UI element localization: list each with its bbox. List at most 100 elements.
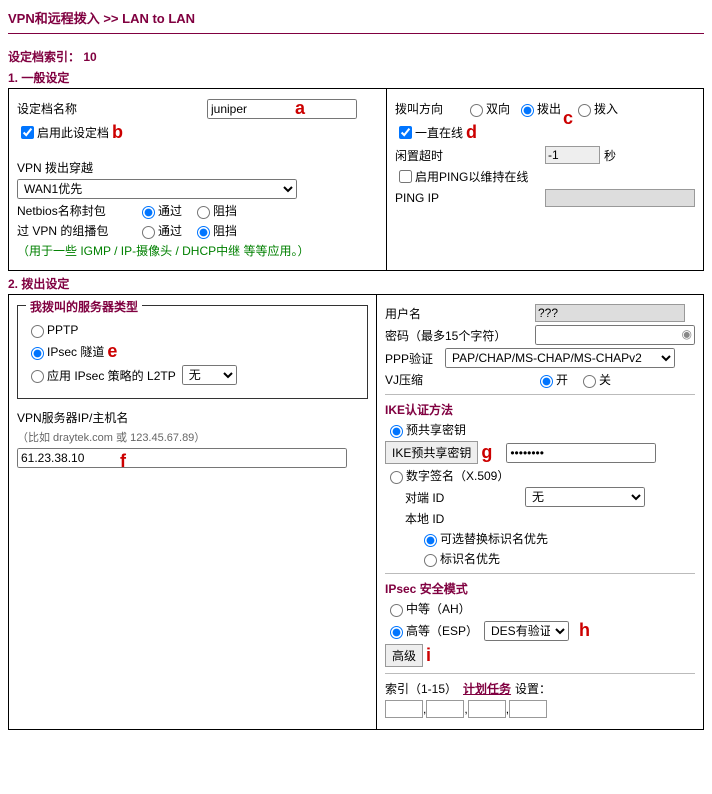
sig-label: 数字签名（X.509） — [406, 467, 509, 484]
enable-profile-checkbox[interactable] — [21, 126, 34, 139]
alt-subj-radio[interactable] — [424, 534, 437, 547]
vj-label: VJ压缩 — [385, 371, 535, 388]
psk-label: 预共享密钥 — [406, 421, 466, 438]
pptp-label: PPTP — [47, 323, 78, 337]
schedule-label[interactable]: 计划任务 — [463, 680, 511, 697]
multicast-block-radio[interactable] — [197, 226, 210, 239]
schedule-index-2[interactable] — [426, 700, 464, 718]
idle-input[interactable] — [545, 146, 600, 164]
ppp-auth-select[interactable]: PAP/CHAP/MS-CHAP/MS-CHAPv2 — [445, 348, 675, 368]
username-input[interactable] — [535, 304, 685, 322]
ipsec-mode-legend: IPsec 安全模式 — [385, 580, 468, 597]
multicast-label: 过 VPN 的组播包 — [17, 222, 137, 239]
vj-on-radio[interactable] — [540, 375, 553, 388]
divider — [385, 573, 695, 574]
setup-label: 设置： — [515, 680, 551, 697]
vj-off-label: 关 — [599, 371, 611, 388]
eye-icon[interactable]: ◉ — [682, 327, 692, 341]
psk-radio[interactable] — [390, 425, 403, 438]
section-1-left: 设定档名称 a 启用此设定档 b VPN 拨出穿越 WAN1优先 Netbios… — [9, 89, 387, 270]
annotation-a: a — [295, 98, 305, 119]
dir-out-label: 拨出 — [537, 100, 561, 117]
netbios-pass-label: 通过 — [158, 202, 182, 219]
ppp-auth-label: PPP验证 — [385, 350, 445, 367]
ike-psk-button[interactable]: IKE预共享密钥 — [385, 441, 478, 464]
password-label: 密码（最多15个字符） — [385, 327, 535, 344]
dir-both-radio[interactable] — [470, 104, 483, 117]
medium-radio[interactable] — [390, 604, 403, 617]
always-on-checkbox[interactable] — [399, 126, 412, 139]
ike-psk-input[interactable] — [506, 443, 656, 463]
divider — [8, 33, 704, 34]
schedule-index-1[interactable] — [385, 700, 423, 718]
profile-name-input[interactable] — [207, 99, 357, 119]
enable-profile-label: 启用此设定档 — [37, 124, 109, 141]
annotation-i: i — [426, 645, 431, 666]
l2tp-label: 应用 IPsec 策略的 L2TP — [47, 367, 176, 384]
section-1-right: 拨叫方向 双向 拨出 c 拨入 一直在线 d 闲置超时 秒 启用PING以维持在… — [387, 89, 703, 270]
dir-in-radio[interactable] — [578, 104, 591, 117]
profile-index-label: 设定档索引： 10 — [8, 48, 704, 65]
divider — [385, 394, 695, 395]
local-id-label: 本地 ID — [405, 510, 444, 527]
ipsec-radio[interactable] — [31, 347, 44, 360]
server-ip-label: VPN服务器IP/主机名 — [17, 409, 128, 426]
index-label: 索引（1-15） — [385, 680, 457, 697]
netbios-pass-radio[interactable] — [142, 206, 155, 219]
ike-legend: IKE认证方法 — [385, 401, 453, 418]
sig-radio[interactable] — [390, 471, 403, 484]
schedule-index-4[interactable] — [509, 700, 547, 718]
section-2-container: 我拨叫的服务器类型 PPTP IPsec 隧道 e 应用 IPsec 策略的 L… — [8, 294, 704, 730]
idle-label: 闲置超时 — [395, 147, 545, 164]
annotation-b: b — [112, 122, 123, 143]
ping-ip-input[interactable] — [545, 189, 695, 207]
annotation-f: f — [120, 451, 126, 471]
section-2-right: 用户名 密码（最多15个字符） ◉ PPP验证 PAP/CHAP/MS-CHAP… — [377, 295, 703, 729]
multicast-block-label: 阻挡 — [213, 222, 237, 239]
vj-on-label: 开 — [556, 371, 568, 388]
annotation-g: g — [481, 442, 492, 463]
peer-id-select[interactable]: 无 — [525, 487, 645, 507]
netbios-block-radio[interactable] — [197, 206, 210, 219]
always-on-label: 一直在线 — [415, 124, 463, 141]
profile-name-label: 设定档名称 — [17, 100, 207, 117]
dial-direction-label: 拨叫方向 — [395, 100, 465, 117]
peer-id-label: 对端 ID — [405, 489, 525, 506]
dir-out-radio[interactable] — [521, 104, 534, 117]
multicast-pass-radio[interactable] — [142, 226, 155, 239]
advanced-button[interactable]: 高级 — [385, 644, 423, 667]
server-ip-input[interactable] — [17, 448, 347, 468]
server-type-fieldset: 我拨叫的服务器类型 PPTP IPsec 隧道 e 应用 IPsec 策略的 L… — [17, 305, 368, 399]
l2tp-radio[interactable] — [31, 370, 44, 383]
ping-keep-checkbox[interactable] — [399, 170, 412, 183]
netbios-block-label: 阻挡 — [213, 202, 237, 219]
pptp-radio[interactable] — [31, 325, 44, 338]
schedule-index-3[interactable] — [468, 700, 506, 718]
dir-both-label: 双向 — [486, 100, 510, 117]
ipsec-label: IPsec 隧道 — [47, 343, 104, 360]
multicast-pass-label: 通过 — [158, 222, 182, 239]
annotation-c: c — [563, 108, 573, 129]
subj-radio[interactable] — [424, 554, 437, 567]
annotation-h: h — [579, 620, 590, 641]
high-radio[interactable] — [390, 626, 403, 639]
section-2-left: 我拨叫的服务器类型 PPTP IPsec 隧道 e 应用 IPsec 策略的 L… — [9, 295, 377, 729]
subj-label: 标识名优先 — [440, 550, 500, 567]
dir-in-label: 拨入 — [594, 100, 618, 117]
esp-select[interactable]: DES有验证 — [484, 621, 569, 641]
ping-keep-label: 启用PING以维持在线 — [415, 168, 528, 185]
l2tp-select[interactable]: 无 — [182, 365, 237, 385]
multicast-note: （用于一些 IGMP / IP-摄像头 / DHCP中继 等等应用。） — [17, 242, 309, 259]
medium-label: 中等（AH） — [406, 600, 471, 617]
annotation-e: e — [107, 341, 117, 362]
alt-subj-label: 可选替换标识名优先 — [440, 530, 548, 547]
wan-select[interactable]: WAN1优先 — [17, 179, 297, 199]
password-input[interactable] — [535, 325, 695, 345]
server-type-legend: 我拨叫的服务器类型 — [26, 298, 142, 315]
username-label: 用户名 — [385, 305, 535, 322]
server-ip-hint: （比如 draytek.com 或 123.45.67.89） — [17, 429, 205, 445]
breadcrumb: VPN和远程拨入 >> LAN to LAN — [8, 8, 704, 33]
vj-off-radio[interactable] — [583, 375, 596, 388]
section-1-title: 1. 一般设定 — [8, 69, 704, 86]
vpn-dialout-label: VPN 拨出穿越 — [17, 159, 93, 176]
